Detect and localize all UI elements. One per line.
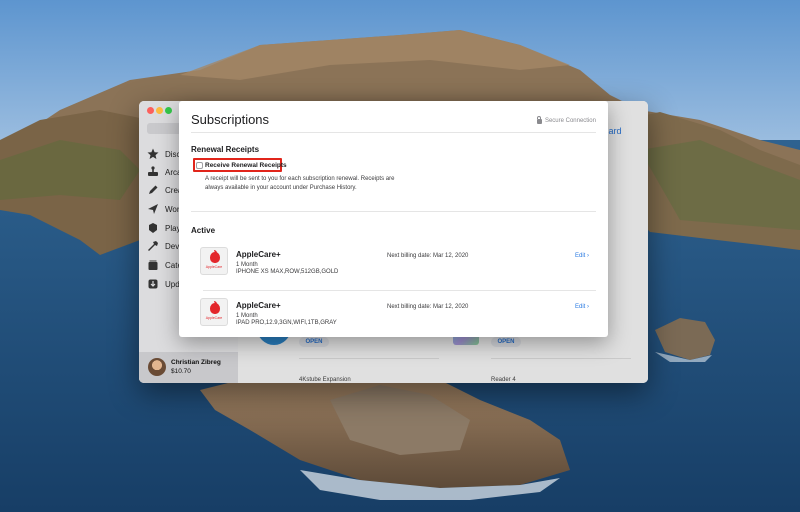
work-icon (148, 204, 158, 214)
subscription-period: 1 Month (236, 262, 258, 268)
subscription-row: AppleCare AppleCare+ 1 Month IPAD PRO,12… (191, 298, 596, 343)
renewal-receipts-heading: Renewal Receipts (191, 145, 260, 154)
categories-icon (148, 260, 158, 270)
zoom-window-button[interactable] (165, 107, 172, 114)
sidebar-item-updates[interactable]: Upd (147, 277, 180, 291)
subscription-device: IPAD PRO,12.9,3GN,WIFI,1TB,GRAY (236, 320, 337, 326)
subscription-row: AppleCare AppleCare+ 1 Month IPHONE XS M… (191, 247, 596, 292)
divider (191, 211, 596, 212)
account-name: Christian Zibreg (171, 359, 221, 366)
edit-subscription-button[interactable]: Edit › (575, 253, 589, 259)
renewal-receipts-description: A receipt will be sent to you for each s… (205, 176, 395, 191)
arcade-icon (148, 166, 158, 176)
secure-connection-label: Secure Connection (544, 117, 596, 124)
sidebar-item-create[interactable]: Crea (147, 183, 182, 197)
sidebar-item-develop[interactable]: Dev (147, 239, 179, 253)
active-heading: Active (191, 226, 216, 235)
edit-subscription-button[interactable]: Edit › (575, 304, 589, 310)
develop-icon (148, 241, 158, 251)
sidebar-item-play[interactable]: Play (147, 221, 181, 235)
applecare-brand-text: AppleCare (205, 316, 223, 320)
sidebar-item-label: Wor (165, 204, 180, 214)
minimize-window-button[interactable] (156, 107, 163, 114)
renewal-receipts-checkbox-label[interactable]: Receive Renewal Receipts (205, 162, 287, 169)
subscription-period: 1 Month (236, 313, 258, 319)
lock-icon (536, 116, 542, 124)
subscription-name: AppleCare+ (236, 301, 281, 310)
subscriptions-sheet: Subscriptions Secure Connection Renewal … (179, 101, 608, 337)
apple-logo-icon (210, 252, 220, 263)
applecare-brand-text: AppleCare (205, 265, 223, 269)
secure-connection-indicator: Secure Connection (536, 116, 596, 124)
sidebar-item-discover[interactable]: Disc (147, 147, 181, 161)
create-icon (149, 185, 158, 194)
sidebar-item-label: Dev (165, 241, 180, 251)
star-icon (147, 148, 159, 159)
account-button[interactable]: Christian Zibreg $10.70 (139, 352, 238, 383)
apple-logo-icon (210, 303, 220, 314)
divider (191, 132, 596, 133)
next-billing-date: Next billing date: Mar 12, 2020 (387, 253, 469, 259)
sidebar-item-categories[interactable]: Cate (147, 258, 182, 272)
applecare-icon: AppleCare (200, 247, 228, 275)
divider (203, 290, 596, 291)
applecare-icon: AppleCare (200, 298, 228, 326)
sidebar-item-label: Upd (165, 279, 180, 289)
next-billing-date: Next billing date: Mar 12, 2020 (387, 304, 469, 310)
updates-icon (148, 279, 158, 289)
page-title: Subscriptions (191, 112, 270, 127)
play-icon (149, 223, 157, 233)
close-window-button[interactable] (147, 107, 154, 114)
sidebar-item-arcade[interactable]: Arca (147, 165, 181, 179)
account-balance: $10.70 (171, 368, 191, 375)
subscription-name: AppleCare+ (236, 250, 281, 259)
subscription-device: IPHONE XS MAX,ROW,512GB,GOLD (236, 269, 339, 275)
sidebar-item-work[interactable]: Wor (147, 202, 180, 216)
renewal-receipts-checkbox[interactable] (196, 162, 203, 169)
avatar (148, 358, 166, 376)
